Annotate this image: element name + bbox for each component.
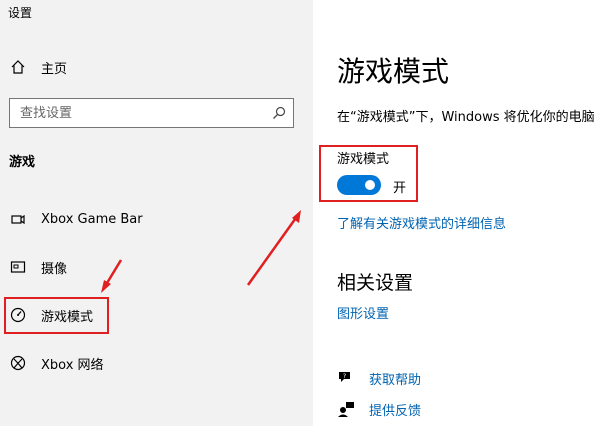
sidebar-item-label: Xbox Game Bar: [41, 211, 143, 227]
sidebar-item-label: 游戏模式: [41, 309, 94, 325]
sidebar-item-capture[interactable]: 摄像: [0, 247, 313, 287]
sidebar-item-xbox-network[interactable]: Xbox 网络: [0, 343, 313, 383]
search-input[interactable]: [10, 99, 270, 127]
window-title: 设置: [8, 6, 33, 20]
main-content: 游戏模式 在“游戏模式”下，Windows 将优化你的电脑 游戏模式 开 了解有…: [313, 0, 600, 426]
feedback-row[interactable]: 提供反馈: [337, 398, 421, 420]
toggle-state-text: 开: [393, 181, 407, 196]
related-settings-title: 相关设置: [337, 272, 414, 294]
svg-text:?: ?: [343, 372, 346, 380]
sidebar-item-xbox-game-bar[interactable]: Xbox Game Bar: [0, 199, 313, 239]
game-mode-icon: [9, 306, 27, 324]
feedback-link[interactable]: 提供反馈: [369, 400, 421, 419]
sidebar-item-game-mode[interactable]: 游戏模式: [0, 295, 313, 335]
search-icon[interactable]: [271, 105, 287, 121]
feedback-icon: [337, 400, 355, 418]
game-mode-toggle-label: 游戏模式: [337, 152, 390, 167]
xbox-game-bar-icon: [9, 210, 27, 228]
xbox-icon: [9, 354, 27, 372]
sidebar-item-label: 主页: [41, 61, 68, 77]
help-chat-icon: ?: [337, 369, 355, 387]
sidebar-item-home[interactable]: 主页: [0, 47, 313, 87]
learn-more-link[interactable]: 了解有关游戏模式的详细信息: [337, 213, 506, 232]
game-mode-toggle[interactable]: [337, 175, 381, 195]
page-title: 游戏模式: [337, 55, 450, 88]
get-help-link[interactable]: 获取帮助: [369, 369, 421, 388]
sidebar-item-label: Xbox 网络: [41, 357, 104, 373]
home-icon: [9, 58, 27, 76]
section-title-gaming: 游戏: [9, 155, 36, 170]
toggle-knob: [365, 180, 375, 190]
search-box[interactable]: [9, 98, 294, 128]
page-description: 在“游戏模式”下，Windows 将优化你的电脑: [337, 110, 595, 125]
sidebar: 设置 主页 游戏 Xbox Game Bar 摄像 游戏模式: [0, 0, 313, 426]
get-help-row[interactable]: ? 获取帮助: [337, 367, 421, 389]
sidebar-item-label: 摄像: [41, 261, 68, 277]
graphics-settings-link[interactable]: 图形设置: [337, 303, 389, 322]
capture-icon: [9, 258, 27, 276]
